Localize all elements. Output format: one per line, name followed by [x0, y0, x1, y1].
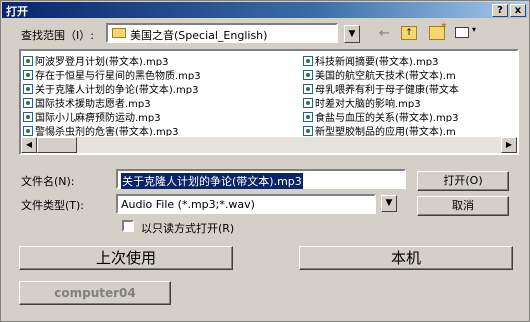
- file-name-label: 文件名(N):: [21, 175, 75, 188]
- file-item[interactable]: 关于克隆人计划的争论(带文本).mp3: [23, 81, 291, 94]
- audio-file-icon: [23, 126, 33, 136]
- audio-file-icon: [303, 98, 313, 108]
- scroll-thumb[interactable]: [37, 137, 77, 153]
- file-item-label: 存在于恒星与行星间的黑色物质.mp3: [35, 71, 201, 80]
- file-type-label: 文件类型(T):: [21, 199, 85, 212]
- audio-file-icon: [303, 126, 313, 136]
- file-name-value: 关于克隆人计划的争论(带文本).mp3: [121, 173, 303, 189]
- file-item-label: 食盐与血压的关系(带文本).mp3: [315, 113, 459, 122]
- audio-file-icon: [23, 84, 33, 94]
- audio-file-icon: [23, 70, 33, 80]
- file-item-label: 新型塑胶制品的应用(带文本).m: [315, 127, 456, 136]
- audio-file-icon: [303, 56, 313, 66]
- file-item[interactable]: 存在于恒星与行星间的黑色物质.mp3: [23, 67, 291, 80]
- file-item[interactable]: 美国的航空航天技术(带文本).m: [303, 67, 517, 80]
- folder-icon: [112, 28, 126, 38]
- file-item-label: 母乳喂养有利于母子健康(带文本: [315, 85, 459, 94]
- title-bar[interactable]: 打开 ? x: [2, 2, 528, 18]
- new-folder-icon[interactable]: ✶: [429, 21, 448, 40]
- readonly-checkbox[interactable]: [122, 220, 134, 232]
- cancel-button[interactable]: 取消: [417, 196, 509, 216]
- readonly-label: 以只读方式打开(R): [141, 222, 235, 235]
- file-item[interactable]: 国际小儿麻痹预防运动.mp3: [23, 109, 291, 122]
- computer-button[interactable]: computer04: [19, 281, 171, 305]
- last-used-button[interactable]: 上次使用: [19, 246, 233, 270]
- audio-file-icon: [303, 112, 313, 122]
- audio-file-icon: [23, 56, 33, 66]
- scroll-right-button[interactable]: ▶: [501, 137, 517, 153]
- file-item-label: 美国的航空航天技术(带文本).m: [315, 71, 456, 80]
- audio-file-icon: [303, 70, 313, 80]
- file-item-label: 国际小儿麻痹预防运动.mp3: [35, 113, 161, 122]
- file-item-label: 关于克隆人计划的争论(带文本).mp3: [35, 85, 199, 94]
- look-in-dropdown-button[interactable]: ▼: [344, 25, 360, 43]
- file-item[interactable]: 科技新闻摘要(带文本).mp3: [303, 53, 517, 66]
- view-menu-icon[interactable]: ▾: [455, 25, 481, 40]
- help-button[interactable]: ?: [492, 4, 508, 17]
- file-item-label: 时差对大脑的影响.mp3: [315, 99, 421, 108]
- back-arrow-icon[interactable]: ←: [379, 27, 390, 40]
- audio-file-icon: [23, 112, 33, 122]
- file-item[interactable]: 国际技术援助志愿者.mp3: [23, 95, 291, 108]
- file-item[interactable]: 母乳喂养有利于母子健康(带文本: [303, 81, 517, 94]
- close-button[interactable]: x: [510, 4, 526, 17]
- file-item[interactable]: 新型塑胶制品的应用(带文本).m: [303, 123, 517, 136]
- file-type-dropdown-button[interactable]: ▼: [381, 195, 397, 212]
- file-item-label: 科技新闻摘要(带文本).mp3: [315, 57, 439, 66]
- look-in-value: 美国之音(Special_English): [130, 29, 268, 42]
- file-item[interactable]: 食盐与血压的关系(带文本).mp3: [303, 109, 517, 122]
- file-type-select[interactable]: Audio File (*.mp3;*.wav): [116, 194, 376, 214]
- dialog-title: 打开: [6, 5, 28, 18]
- open-dialog: 打开 ? x 查找范围（I）: 美国之音(Special_English) ▼ …: [0, 0, 530, 322]
- file-item-label: 阿波罗登月计划(带文本).mp3: [35, 57, 169, 66]
- look-in-label: 查找范围（I）:: [21, 29, 94, 42]
- open-button[interactable]: 打开(O): [417, 171, 509, 191]
- file-item-label: 国际技术援助志愿者.mp3: [35, 99, 151, 108]
- file-item-label: 警惕杀虫剂的危害(带文本).mp3: [35, 127, 179, 136]
- look-in-combo[interactable]: 美国之音(Special_English): [106, 23, 338, 43]
- file-name-input[interactable]: 关于克隆人计划的争论(带文本).mp3: [116, 169, 406, 189]
- this-machine-button[interactable]: 本机: [299, 246, 513, 270]
- up-folder-icon[interactable]: ↑: [401, 26, 417, 40]
- horizontal-scrollbar[interactable]: ◀ ▶: [21, 137, 517, 153]
- audio-file-icon: [303, 84, 313, 94]
- file-item[interactable]: 时差对大脑的影响.mp3: [303, 95, 517, 108]
- file-type-value: Audio File (*.mp3;*.wav): [121, 198, 255, 211]
- scroll-left-button[interactable]: ◀: [21, 137, 37, 153]
- audio-file-icon: [23, 98, 33, 108]
- file-item[interactable]: 警惕杀虫剂的危害(带文本).mp3: [23, 123, 291, 136]
- file-item[interactable]: 阿波罗登月计划(带文本).mp3: [23, 53, 291, 66]
